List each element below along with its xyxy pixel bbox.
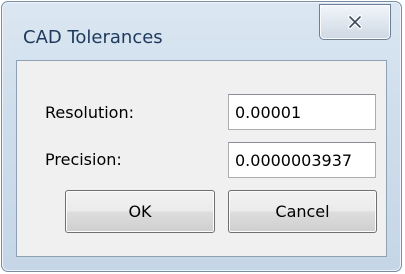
cancel-button[interactable]: Cancel <box>228 190 377 233</box>
resolution-label: Resolution: <box>45 103 134 122</box>
dialog-body: Resolution: Precision: OK Cancel <box>16 60 387 257</box>
precision-label: Precision: <box>45 150 122 169</box>
precision-input[interactable] <box>228 142 376 178</box>
title-bar[interactable]: CAD Tolerances <box>2 2 401 50</box>
resolution-input[interactable] <box>228 94 376 130</box>
close-button[interactable] <box>319 4 391 40</box>
cad-tolerances-dialog: CAD Tolerances Resolution: Precision: OK… <box>1 1 402 272</box>
close-x-icon <box>347 15 363 29</box>
dialog-title: CAD Tolerances <box>23 27 163 48</box>
ok-button[interactable]: OK <box>65 190 215 233</box>
